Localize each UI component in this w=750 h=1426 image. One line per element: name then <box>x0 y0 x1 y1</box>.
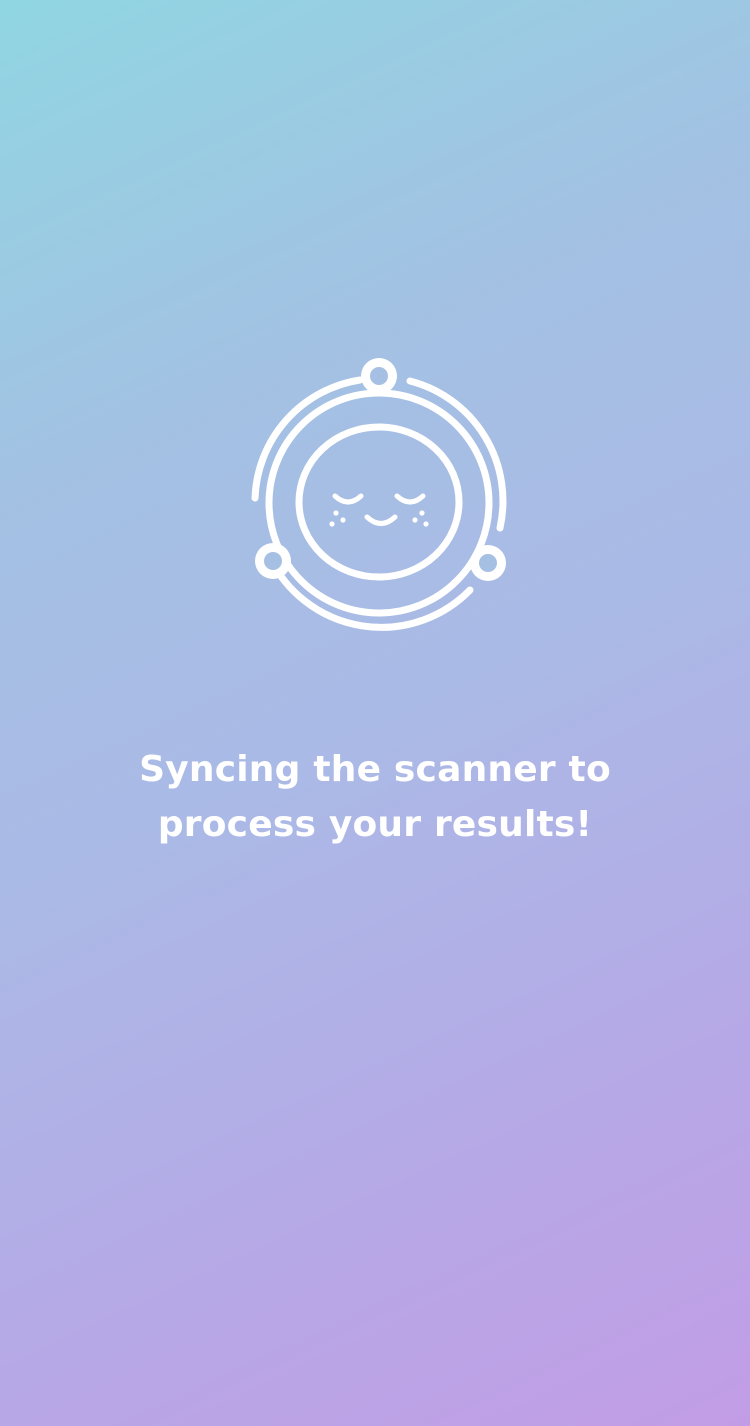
sync-status-message: Syncing the scanner to process your resu… <box>139 749 611 845</box>
sleeping-face-scanner-icon <box>240 350 520 640</box>
syncing-screen: Syncing the scanner to process your resu… <box>0 0 750 1426</box>
